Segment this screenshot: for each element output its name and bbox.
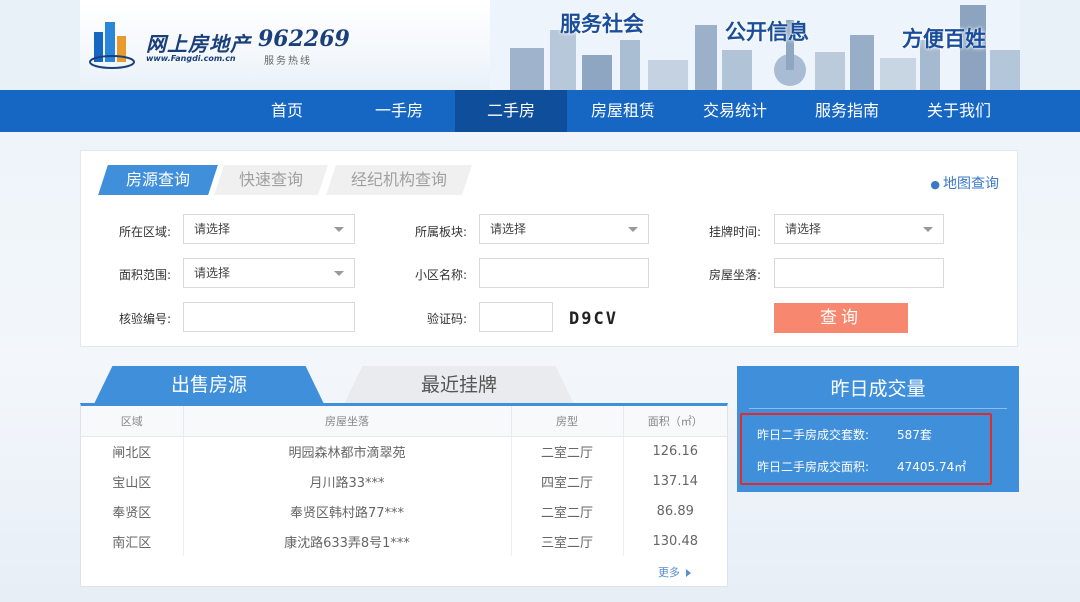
community-label: 小区名称:: [414, 268, 467, 282]
tab-label: 经纪机构查询: [350, 170, 447, 189]
search-panel: 房源查询 快速查询 经纪机构查询 ● 地图查询 所在区域: 请选择 所属板块: 请…: [80, 150, 1018, 347]
logo-text: 网上房地产: [146, 32, 251, 56]
column-header-layout: 房型: [511, 406, 624, 437]
listing-panel: 区域 房屋坐落 房型 面积（㎡） 闸北区 明园森林都市滴翠苑 二室二厅 126.…: [80, 403, 728, 587]
listing-time-label: 挂牌时间:: [708, 225, 761, 239]
table-row[interactable]: 奉贤区 奉贤区韩村路77*** 二室二厅 86.89: [81, 496, 727, 526]
table-row[interactable]: 宝山区 月川路33*** 四室二厅 137.14: [81, 466, 727, 496]
more-label: 更多: [658, 566, 680, 579]
site-banner: 网上房地产 www.Fangdi.com.cn 962269 服务热线 服务社会…: [80, 0, 1020, 90]
area-range-select[interactable]: 请选择: [183, 258, 355, 288]
cell-address[interactable]: 康沈路633弄8号1***: [183, 526, 512, 556]
hotline-number: 962269: [258, 26, 350, 52]
tab-quick-search[interactable]: 快速查询: [214, 165, 328, 195]
tab-property-search[interactable]: 房源查询: [98, 165, 218, 195]
cell-layout: 三室二厅: [511, 526, 624, 556]
listing-table: 区域 房屋坐落 房型 面积（㎡） 闸北区 明园森林都市滴翠苑 二室二厅 126.…: [81, 406, 727, 556]
cell-address[interactable]: 明园森林都市滴翠苑: [183, 436, 512, 466]
column-header-district: 区域: [81, 406, 184, 437]
main-nav: 首页 一手房 二手房 房屋租赁 交易统计 服务指南 关于我们: [0, 90, 1080, 132]
block-label: 所属板块:: [414, 225, 467, 239]
logo-icon: [89, 22, 135, 69]
hotline-label: 服务热线: [264, 56, 312, 67]
cell-area: 130.48: [652, 533, 699, 549]
more-link[interactable]: 更多: [658, 564, 691, 580]
area-range-value: 请选择: [194, 266, 231, 280]
captcha-input[interactable]: [479, 302, 553, 332]
nav-item-about[interactable]: 关于我们: [903, 90, 1015, 132]
nav-item-new-homes[interactable]: 一手房: [343, 90, 455, 132]
cell-area: 137.14: [652, 473, 699, 489]
logo-url: www.Fangdi.com.cn: [146, 54, 236, 63]
map-search-link[interactable]: ● 地图查询: [930, 173, 999, 193]
address-input[interactable]: [774, 258, 944, 288]
district-select[interactable]: 请选择: [183, 214, 355, 244]
nav-item-statistics[interactable]: 交易统计: [679, 90, 791, 132]
cell-district: 宝山区: [81, 466, 184, 496]
district-value: 请选择: [194, 222, 231, 236]
chevron-down-icon: [334, 227, 344, 232]
cell-address[interactable]: 奉贤区韩村路77***: [183, 496, 512, 526]
cell-area: 126.16: [652, 443, 699, 459]
cell-layout: 四室二厅: [511, 466, 624, 496]
chevron-down-icon: [923, 227, 933, 232]
block-select[interactable]: 请选择: [479, 214, 649, 244]
captcha-label: 验证码:: [426, 312, 467, 326]
chevron-down-icon: [334, 271, 344, 276]
nav-item-rental[interactable]: 房屋租赁: [567, 90, 679, 132]
map-pin-icon: ●: [930, 178, 940, 191]
map-search-label: 地图查询: [943, 176, 999, 192]
district-label: 所在区域:: [118, 225, 171, 239]
listing-tabs: 出售房源 最近挂牌: [80, 366, 728, 404]
cell-area: 86.89: [656, 503, 694, 519]
cell-district: 奉贤区: [81, 496, 184, 526]
red-highlight-annotation: [740, 413, 992, 485]
community-input[interactable]: [479, 258, 649, 288]
listing-time-select[interactable]: 请选择: [774, 214, 944, 244]
stats-divider: [749, 408, 1007, 409]
tab-agency-search[interactable]: 经纪机构查询: [326, 165, 472, 195]
cell-district: 南汇区: [81, 526, 184, 556]
column-header-area: 面积（㎡）: [623, 406, 727, 437]
nav-item-home[interactable]: 首页: [231, 90, 343, 132]
block-value: 请选择: [490, 222, 527, 236]
listing-time-value: 请选择: [785, 222, 822, 236]
area-range-label: 面积范围:: [118, 268, 171, 282]
chevron-down-icon: [628, 227, 638, 232]
cell-address[interactable]: 月川路33***: [183, 466, 512, 496]
captcha-text: D9CV: [569, 309, 618, 329]
slogan-3: 方便百姓: [902, 26, 986, 51]
tab-label: 快速查询: [238, 170, 303, 189]
slogan-1: 服务社会: [560, 11, 644, 36]
tab-recent-listings[interactable]: 最近挂牌: [344, 366, 574, 404]
table-row[interactable]: 闸北区 明园森林都市滴翠苑 二室二厅 126.16: [81, 436, 727, 466]
tab-label: 房源查询: [125, 170, 190, 189]
verify-no-label: 核验编号:: [118, 312, 171, 326]
nav-item-service-guide[interactable]: 服务指南: [791, 90, 903, 132]
cell-layout: 二室二厅: [511, 496, 624, 526]
chevron-right-icon: [686, 569, 691, 577]
tab-for-sale[interactable]: 出售房源: [94, 366, 324, 404]
cell-district: 闸北区: [81, 436, 184, 466]
cell-layout: 二室二厅: [511, 436, 624, 466]
slogan-2: 公开信息: [725, 19, 809, 44]
address-label: 房屋坐落:: [708, 268, 761, 282]
stats-title: 昨日成交量: [830, 378, 926, 400]
table-row[interactable]: 南汇区 康沈路633弄8号1*** 三室二厅 130.48: [81, 526, 727, 556]
table-header-row: 区域 房屋坐落 房型 面积（㎡）: [81, 406, 727, 437]
captcha-image[interactable]: D9CV: [569, 305, 649, 333]
column-header-address: 房屋坐落: [183, 406, 512, 437]
nav-item-second-hand[interactable]: 二手房: [455, 90, 567, 132]
verify-no-input[interactable]: [183, 302, 355, 332]
query-button[interactable]: 查询: [774, 303, 908, 333]
